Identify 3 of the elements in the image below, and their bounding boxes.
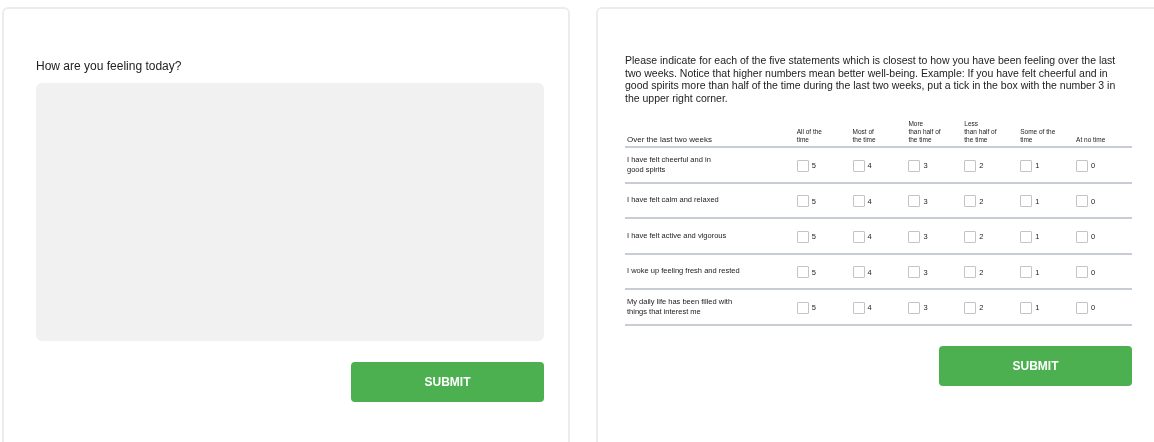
instructions-text: Please indicate for each of the five statements which is closest to how you have been feeling over the last two weeks. Notice that higher numbers mean better well-being. Example: If you have felt cheerful and in good spirits more than half of the time during the last two weeks, put a tick in the box with the number 3 in the upper right corner. — [625, 54, 1117, 104]
question-text: How are you feeling today? — [36, 59, 183, 74]
column-header: Over the last two weeks — [626, 136, 713, 144]
